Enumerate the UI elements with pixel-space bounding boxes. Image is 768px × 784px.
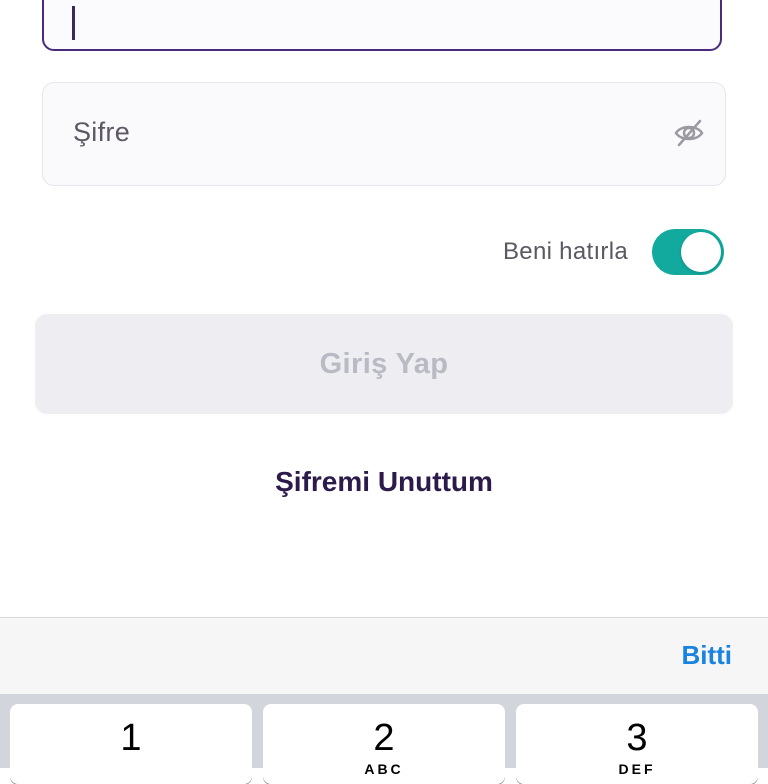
text-caret (72, 6, 75, 40)
forgot-password-link[interactable]: Şifremi Unuttum (0, 466, 768, 498)
key-2[interactable]: 2 ABC (263, 704, 505, 784)
key-1[interactable]: 1 (10, 704, 252, 784)
done-button[interactable]: Bitti (681, 640, 732, 671)
keyboard-toolbar: Bitti (0, 617, 768, 694)
key-number: 2 (373, 717, 395, 759)
eye-off-icon[interactable] (673, 117, 705, 149)
password-placeholder: Şifre (73, 117, 131, 147)
remember-me-row: Beni hatırla (503, 229, 724, 275)
numeric-keyboard: 1 2 ABC 3 DEF (0, 694, 768, 784)
key-3[interactable]: 3 DEF (516, 704, 758, 784)
key-letters: DEF (618, 761, 656, 777)
username-field[interactable] (42, 0, 722, 51)
remember-me-toggle[interactable] (652, 229, 724, 275)
key-number: 1 (120, 717, 142, 759)
key-number: 3 (626, 717, 648, 759)
remember-me-label: Beni hatırla (502, 238, 628, 265)
key-letters: ABC (364, 761, 404, 777)
password-field[interactable]: Şifre (42, 82, 726, 186)
login-button[interactable]: Giriş Yap (35, 314, 733, 414)
toggle-knob (681, 232, 721, 272)
